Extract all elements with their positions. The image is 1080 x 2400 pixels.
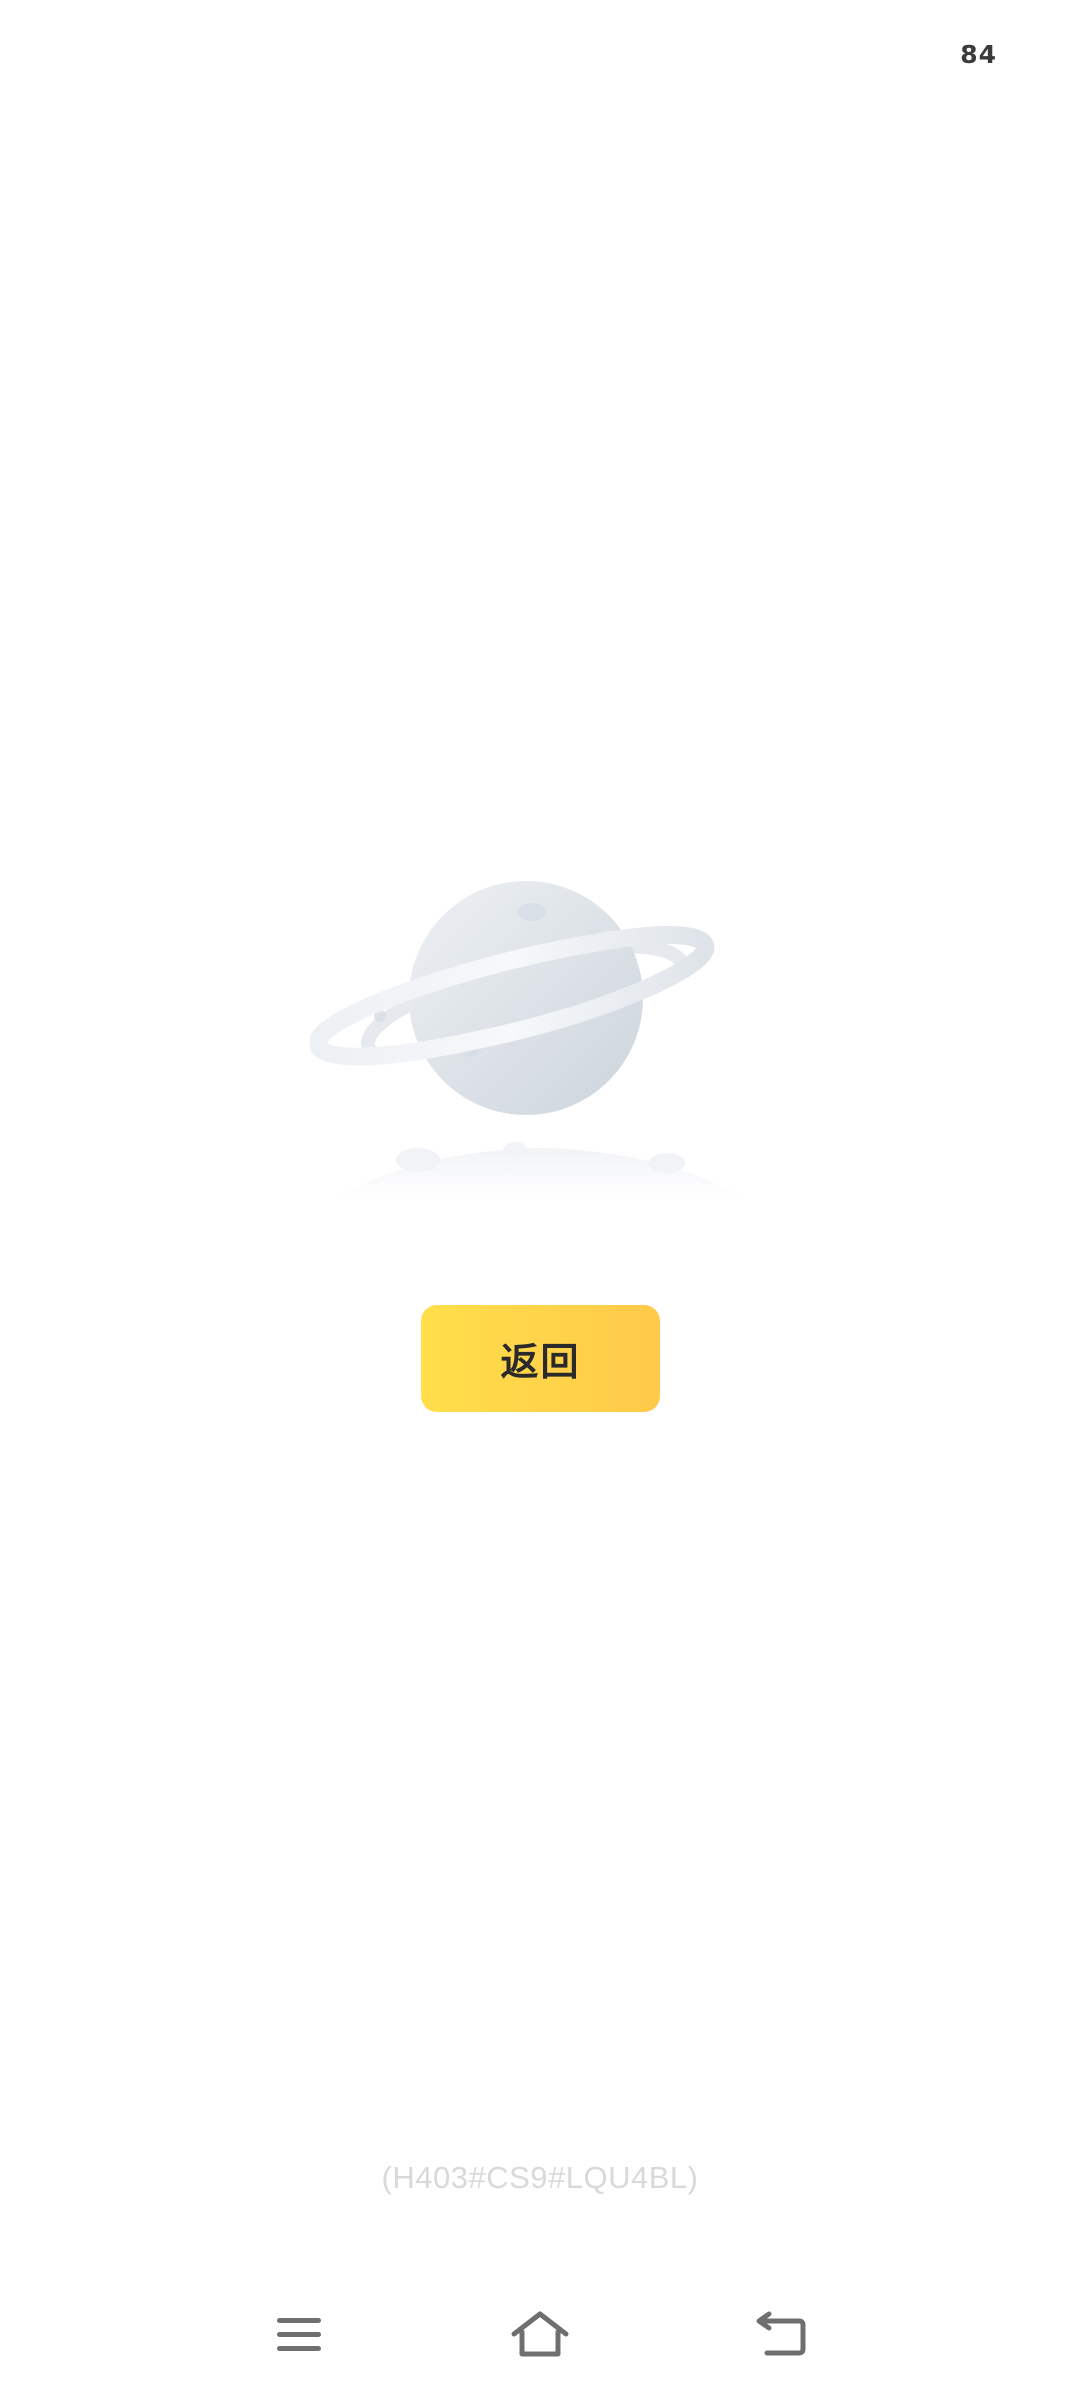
back-button-label: 返回	[500, 1340, 581, 1384]
status-bar: 84	[0, 0, 1080, 110]
back-button[interactable]: 返回	[421, 1305, 660, 1412]
error-code: (H403#CS9#LQU4BL)	[381, 2160, 699, 2195]
menu-icon	[277, 2318, 321, 2351]
home-icon	[511, 2311, 569, 2357]
battery-level: 84	[960, 40, 997, 69]
back-icon	[756, 2311, 806, 2356]
nav-back-button[interactable]	[736, 2290, 826, 2380]
nav-menu-button[interactable]	[255, 2290, 345, 2380]
nav-home-button[interactable]	[495, 2290, 585, 2380]
planet-icon	[310, 870, 770, 1230]
navigation-bar	[0, 2270, 1080, 2400]
error-screen: 84 返回 (H403#CS9#LQU4BL)	[0, 0, 1080, 2400]
